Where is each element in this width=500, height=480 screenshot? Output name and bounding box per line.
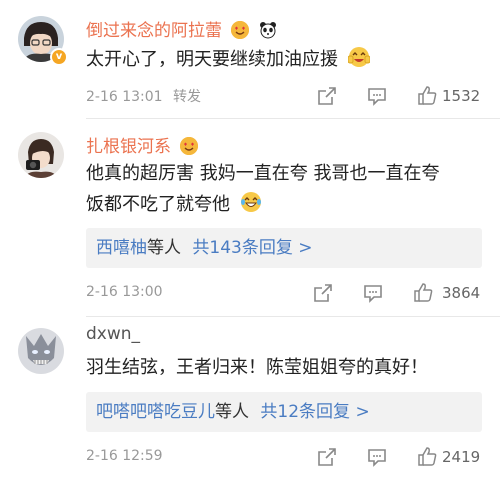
panda-emoji-icon (258, 21, 277, 39)
heart-face-emoji-icon (231, 21, 250, 39)
avatar[interactable] (18, 328, 64, 374)
comment-icon[interactable] (362, 282, 384, 304)
comment-item: dxwn_ 羽生结弦，王者归来！陈莹姐姐夸的真好！ 吧嗒吧嗒吃豆儿等人 共12条… (0, 316, 500, 480)
comment-icon[interactable] (366, 85, 388, 107)
heart-face-emoji-icon (180, 137, 199, 155)
username[interactable]: 倒过来念的阿拉蕾 (86, 16, 277, 41)
comment-item: 扎根银河系 他真的超厉害 我妈一直在夸 我哥也一直在夸 饭都不吃了就夸他 西嘻柚… (0, 118, 500, 316)
like-count: 3864 (442, 284, 481, 302)
username[interactable]: dxwn_ (86, 324, 140, 344)
like-icon[interactable] (416, 445, 438, 467)
like-icon[interactable] (412, 281, 434, 303)
reply-user-names[interactable]: 吧嗒吧嗒吃豆儿 (96, 402, 215, 422)
timestamp: 2-16 12:59 (86, 448, 163, 464)
like-count: 2419 (442, 448, 481, 466)
share-icon[interactable] (312, 282, 334, 304)
reply-count-link[interactable]: 共143条回复 > (192, 238, 312, 258)
reply-summary[interactable]: 吧嗒吧嗒吃豆儿等人 共12条回复 > (86, 392, 482, 432)
avatar[interactable] (18, 132, 64, 178)
reply-user-names[interactable]: 西嘻柚 (96, 238, 147, 258)
comment-meta: 2-16 13:01 转发 (86, 86, 201, 106)
comment-text: 他真的超厉害 我妈一直在夸 我哥也一直在夸 饭都不吃了就夸他 (86, 163, 440, 215)
like-icon[interactable] (416, 84, 438, 106)
timestamp: 2-16 13:01 (86, 89, 163, 105)
verified-badge-icon: v (50, 48, 68, 66)
comment-text: 太开心了，明天要继续加油应援 (86, 44, 480, 75)
like-count: 1532 (442, 87, 481, 105)
share-icon[interactable] (316, 446, 338, 468)
comment-text: 羽生结弦，王者归来！陈莹姐姐夸的真好！ (86, 357, 428, 378)
username[interactable]: 扎根银河系 (86, 132, 199, 157)
repost-link[interactable]: 转发 (173, 89, 201, 105)
timestamp: 2-16 13:00 (86, 284, 163, 300)
share-icon[interactable] (316, 85, 338, 107)
cheering-face-emoji-icon (347, 46, 371, 68)
reply-summary[interactable]: 西嘻柚等人 共143条回复 > (86, 228, 482, 268)
comment-meta: 2-16 13:00 (86, 284, 163, 300)
laughing-tears-emoji-icon (240, 191, 262, 213)
comment-item: v 倒过来念的阿拉蕾 太开心了，明天要继续加油应援 2-16 13:01 转发 … (0, 0, 500, 118)
comment-meta: 2-16 12:59 (86, 448, 163, 464)
reply-count-link[interactable]: 共12条回复 > (260, 402, 369, 422)
comment-icon[interactable] (366, 446, 388, 468)
